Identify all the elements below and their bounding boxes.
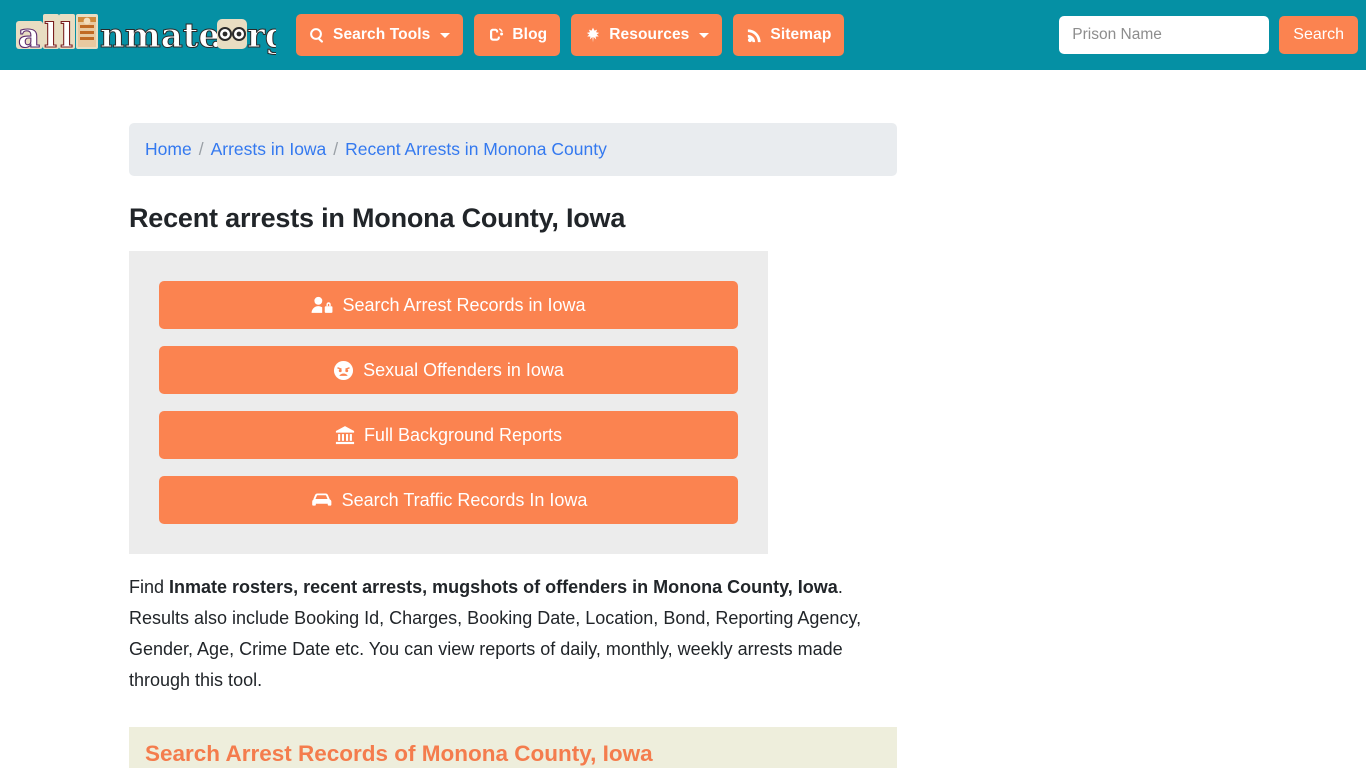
logo-image: a l l nmates . rg [16,14,276,57]
nav-blog-button[interactable]: Blog [474,14,561,56]
full-background-reports-button[interactable]: Full Background Reports [159,411,738,459]
sexual-offenders-button[interactable]: Sexual Offenders in Iowa [159,346,738,394]
search-arrest-records-button[interactable]: Search Arrest Records in Iowa [159,281,738,329]
nav-label: Sitemap [770,26,832,43]
landmark-icon [335,425,355,445]
intro-prefix: Find [129,577,170,597]
section-heading: Search Arrest Records of Monona County, … [145,741,653,766]
button-label: Full Background Reports [363,424,563,445]
search-input[interactable] [1059,16,1270,54]
user-lock-icon [311,295,333,315]
content-container: Home / Arrests in Iowa / Recent Arrests … [129,123,897,768]
nav-label: Resources [609,26,690,43]
section-heading-bar: Search Arrest Records of Monona County, … [129,727,897,768]
svg-text:l: l [60,16,73,56]
breadcrumb-separator: / [198,139,204,159]
button-label: Sexual Offenders in Iowa [363,359,564,380]
action-button-panel: Search Arrest Records in Iowa Sexual Off… [129,251,768,554]
breadcrumb-item-arrests-in-iowa[interactable]: Arrests in Iowa [211,139,327,160]
main-nav: Search Tools Blog Resources Sitemap [296,14,845,56]
intro-paragraph: Find Inmate rosters, recent arrests, mug… [129,572,889,696]
breadcrumb: Home / Arrests in Iowa / Recent Arrests … [129,123,897,176]
header-search: Search [1059,16,1358,54]
site-logo[interactable]: a l l nmates . rg [14,12,276,58]
button-label: Search Traffic Records In Iowa [341,489,588,510]
button-label: Search Arrest Records in Iowa [342,294,586,315]
search-traffic-records-button[interactable]: Search Traffic Records In Iowa [159,476,738,524]
breadcrumb-separator: / [333,139,339,159]
nav-label: Search Tools [333,26,431,43]
blogger-icon [487,26,505,44]
search-submit-button[interactable]: Search [1279,16,1358,54]
nav-search-tools-button[interactable]: Search Tools [296,14,464,56]
svg-text:l: l [44,16,57,56]
svg-text:rg: rg [247,16,276,56]
page-body: Home / Arrests in Iowa / Recent Arrests … [0,70,1366,768]
nav-sitemap-button[interactable]: Sitemap [733,14,845,56]
breadcrumb-item-home[interactable]: Home [145,139,192,160]
car-icon [310,491,333,509]
svg-text:a: a [18,16,40,56]
nav-label: Blog [512,26,548,43]
chevron-down-icon [440,32,451,38]
angry-face-icon [333,360,354,381]
site-header: a l l nmates . rg [0,0,1366,70]
rss-icon [746,27,763,44]
nav-resources-button[interactable]: Resources [571,14,723,56]
chevron-down-icon [699,32,710,38]
breadcrumb-item-current[interactable]: Recent Arrests in Monona County [345,139,607,160]
leaf-icon [584,26,602,44]
intro-bold: Inmate rosters, recent arrests, mugshots… [169,577,838,597]
search-icon [309,27,326,44]
page-title: Recent arrests in Monona County, Iowa [129,203,626,233]
